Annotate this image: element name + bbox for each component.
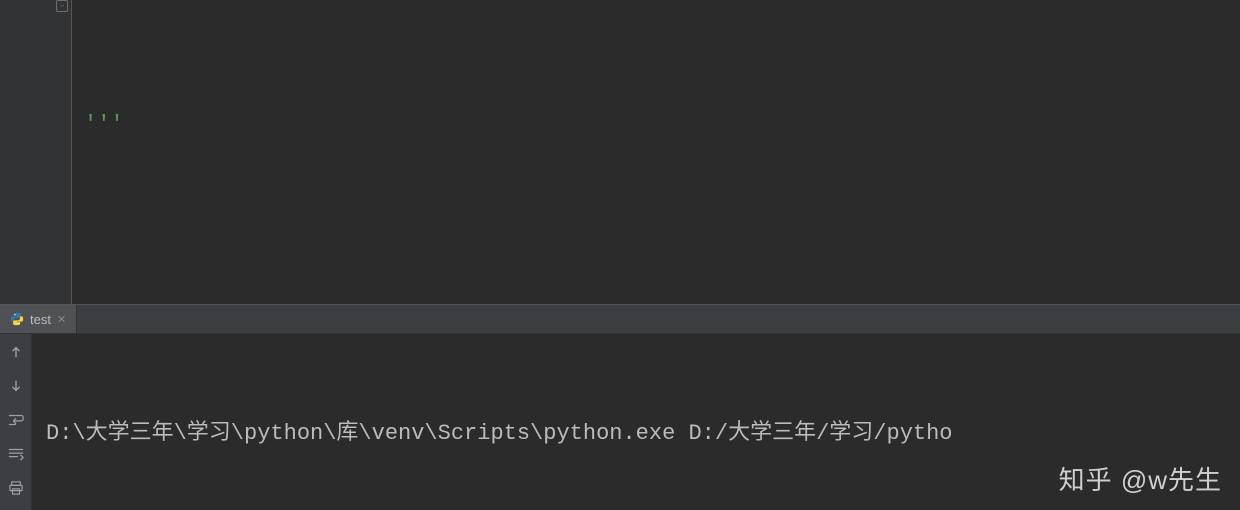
paren-open: ( [163,300,176,304]
comment: #打开文件，方便写入 [727,300,938,304]
run-tab-test[interactable]: test ✕ [0,305,77,333]
run-tab-bar: test ✕ [0,304,1240,334]
string-path: "D:\大学三年\学习\python\库\day,py.py" [190,300,661,304]
run-tab-label: test [30,312,51,327]
operator-equals: = [97,300,110,304]
down-arrow-icon[interactable] [4,374,28,398]
comma: , [660,300,673,304]
variable-f: f [84,300,97,304]
watermark-text: 知乎 @w先生 [1059,458,1222,502]
editor-gutter: – [0,0,72,304]
python-icon [10,312,24,326]
console-line: D:\大学三年\学习\python\库\venv\Scripts\python.… [46,412,1226,456]
code-editor[interactable]: ''' f=open(r"D:\大学三年\学习\python\库\day,py.… [72,0,1240,304]
up-arrow-icon[interactable] [4,340,28,364]
builtin-open: open [110,300,163,304]
console-tool-column [0,334,32,510]
fold-indicator-icon[interactable]: – [56,0,68,12]
code-line: ''' [72,100,1240,150]
console-output[interactable]: D:\大学三年\学习\python\库\venv\Scripts\python.… [32,334,1240,510]
console-panel: D:\大学三年\学习\python\库\venv\Scripts\python.… [0,334,1240,510]
close-icon[interactable]: ✕ [57,313,66,326]
string-mode: 'a' [674,300,714,304]
code-line: f=open(r"D:\大学三年\学习\python\库\day,py.py",… [72,300,1240,304]
paren-close: ) [713,300,726,304]
soft-wrap-icon[interactable] [4,408,28,432]
print-icon[interactable] [4,476,28,500]
docstring-quotes: ''' [84,100,124,150]
scroll-to-end-icon[interactable] [4,442,28,466]
editor-area: – ''' f=open(r"D:\大学三年\学习\python\库\day,p… [0,0,1240,304]
string-prefix-r: r [176,300,189,304]
